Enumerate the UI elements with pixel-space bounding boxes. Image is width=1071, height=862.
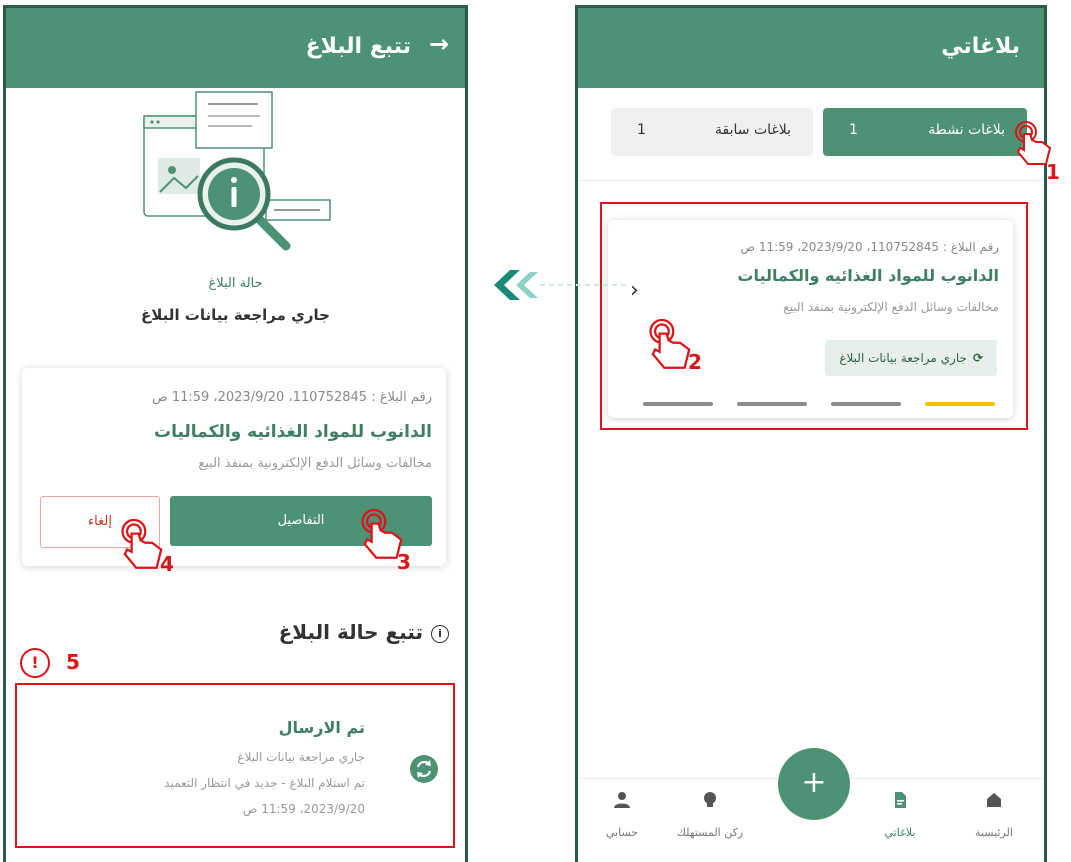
page-title: تتبع البلاغ <box>305 34 411 59</box>
app-bar: بلاغاتي <box>578 8 1044 88</box>
divider <box>578 180 1044 181</box>
tracking-section: i تتبع حالة البلاغ <box>279 620 449 644</box>
info-icon: i <box>431 624 449 643</box>
report-info-illustration <box>143 91 331 251</box>
nav-my-reports[interactable]: بلاغاتي <box>860 790 940 839</box>
my-reports-screen: بلاغاتي بلاغات نشطة 1 بلاغات سابقة 1 رقم… <box>575 5 1047 862</box>
tab-count: 1 <box>849 122 858 138</box>
tab-previous-reports[interactable]: بلاغات سابقة 1 <box>611 108 813 156</box>
step-3-label: 3 <box>397 550 411 574</box>
status-label: حالة البلاغ <box>208 276 263 291</box>
nav-label: حسابي <box>605 826 639 839</box>
lightbulb-icon <box>704 792 716 807</box>
step-2-label: 2 <box>688 350 702 374</box>
tab-label: بلاغات نشطة <box>928 122 1005 138</box>
nav-label: بلاغاتي <box>884 826 916 839</box>
tab-count: 1 <box>637 122 646 138</box>
step-5-label: 5 <box>66 650 80 674</box>
tab-label: بلاغات سابقة <box>715 122 791 138</box>
page-title: بلاغاتي <box>941 34 1020 59</box>
status-value: جاري مراجعة بيانات البلاغ <box>141 306 330 324</box>
nav-consumer-corner[interactable]: ركن المستهلك <box>670 790 750 839</box>
nav-home[interactable]: الرئيسية <box>954 790 1034 839</box>
nav-my-account[interactable]: حسابي <box>582 790 662 839</box>
nav-label: ركن المستهلك <box>676 826 744 839</box>
report-category: مخالفات وسائل الدفع الإلكترونية بمنفذ ال… <box>198 456 432 471</box>
step-1-label: 1 <box>1046 160 1060 184</box>
plus-icon[interactable]: + <box>778 748 850 820</box>
user-icon <box>614 792 630 808</box>
home-icon <box>987 793 1001 807</box>
document-icon <box>895 792 906 808</box>
arrow-right-icon[interactable]: → <box>429 30 449 58</box>
tracking-title: تتبع حالة البلاغ <box>278 620 423 644</box>
step-4-label: 4 <box>160 552 174 576</box>
store-name: الدانوب للمواد الغذائيه والكماليات <box>154 422 432 442</box>
flow-arrow-icon <box>494 270 626 300</box>
warning-icon: ! <box>20 648 50 678</box>
report-meta: رقم البلاغ : 110752845، 2023/9/20، 11:59… <box>151 390 432 405</box>
highlight-tracking-box <box>15 683 455 848</box>
app-bar: → تتبع البلاغ <box>6 8 465 88</box>
nav-label: الرئيسية <box>975 826 1013 839</box>
tab-active-reports[interactable]: بلاغات نشطة 1 <box>823 108 1027 156</box>
